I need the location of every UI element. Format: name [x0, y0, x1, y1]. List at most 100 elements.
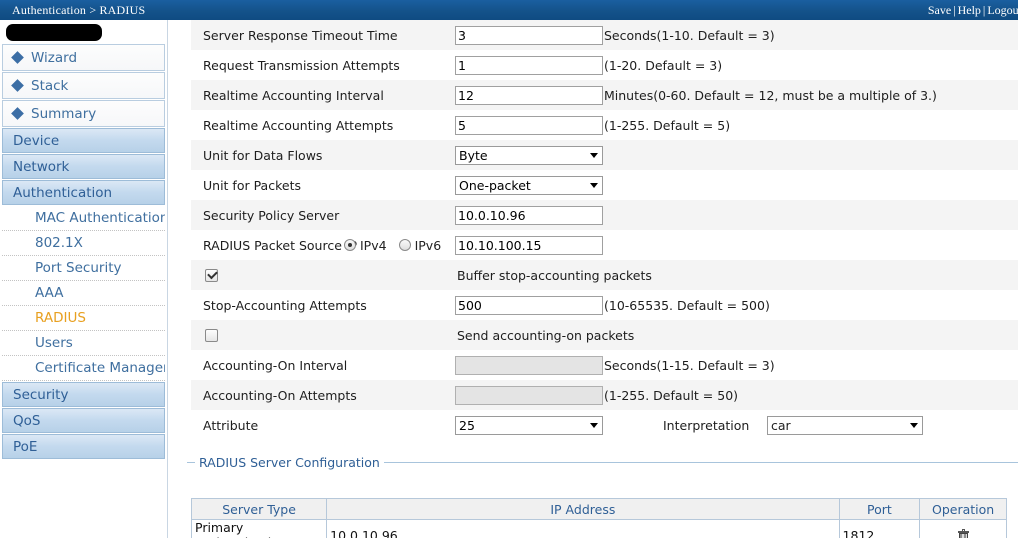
- send-accounting-on-checkbox[interactable]: [205, 329, 218, 342]
- form-row-attribute: Attribute 25 Interpretation car: [191, 410, 1018, 440]
- sidebar-item-aaa[interactable]: AAA: [2, 281, 165, 306]
- sidebar-category-label: Authentication: [13, 185, 112, 201]
- sidebar-item-label: Users: [35, 335, 73, 351]
- buffer-stop-accounting-checkbox[interactable]: [205, 269, 218, 282]
- row-label: Realtime Accounting Attempts: [203, 118, 393, 133]
- breadcrumb: Authentication > RADIUS: [12, 3, 145, 18]
- select-value: car: [771, 418, 791, 433]
- sidebar-item-users[interactable]: Users: [2, 331, 165, 356]
- ipv6-radio[interactable]: [399, 239, 411, 251]
- sidebar-category-label: Network: [13, 159, 69, 175]
- realtime-accounting-interval-input[interactable]: [455, 86, 603, 105]
- sidebar-item-8021x[interactable]: 802.1X: [2, 231, 165, 256]
- diamond-icon: [11, 79, 24, 92]
- sidebar-item-radius[interactable]: RADIUS: [2, 306, 165, 331]
- ipv4-radio-label: IPv4: [360, 238, 387, 253]
- diamond-icon: [11, 107, 24, 120]
- interpretation-label: Interpretation: [663, 418, 749, 433]
- redacted-device-name: [6, 24, 102, 41]
- form-row-realtime-accounting-interval: Realtime Accounting Interval Minutes(0-6…: [191, 80, 1018, 110]
- sidebar-category-label: Device: [13, 133, 59, 149]
- radius-settings-form: Server Response Timeout Time Seconds(1-1…: [191, 20, 1018, 440]
- save-link[interactable]: Save: [928, 3, 951, 17]
- sidebar-item-label: Wizard: [31, 50, 77, 66]
- column-header-ip-address: IP Address: [327, 499, 839, 520]
- unit-for-data-flows-select[interactable]: Byte: [455, 146, 603, 165]
- interpretation-select[interactable]: car: [767, 416, 923, 435]
- column-header-port: Port: [839, 499, 920, 520]
- server-response-timeout-input[interactable]: [455, 26, 603, 45]
- sidebar-item-label: Certificate Management: [35, 360, 165, 376]
- row-label: Realtime Accounting Interval: [203, 88, 384, 103]
- sidebar-category-label: Security: [13, 387, 68, 403]
- radius-server-table: Server Type IP Address Port Operation Pr…: [191, 498, 1007, 538]
- stop-accounting-attempts-input[interactable]: [455, 296, 603, 315]
- accounting-on-attempts-input: [455, 386, 603, 405]
- sidebar-category-poe[interactable]: PoE: [2, 434, 165, 459]
- attribute-select[interactable]: 25: [455, 416, 603, 435]
- row-label: RADIUS Packet Source IP: [203, 238, 357, 253]
- cell-ip-address: 10.0.10.96: [327, 520, 839, 538]
- trash-icon[interactable]: [958, 530, 969, 538]
- select-value: Byte: [459, 148, 488, 163]
- ipv4-radio[interactable]: [344, 239, 356, 251]
- form-row-buffer-stop-accounting: Buffer stop-accounting packets: [191, 260, 1018, 290]
- row-hint: Minutes(0-60. Default = 12, must be a mu…: [604, 88, 937, 103]
- request-transmission-attempts-input[interactable]: [455, 56, 603, 75]
- sidebar-category-security[interactable]: Security: [2, 382, 165, 407]
- sidebar-item-port-security[interactable]: Port Security: [2, 256, 165, 281]
- chevron-down-icon: [590, 183, 598, 188]
- form-row-server-response-timeout: Server Response Timeout Time Seconds(1-1…: [191, 20, 1018, 50]
- sidebar-item-wizard[interactable]: Wizard: [2, 44, 165, 71]
- radius-server-configuration-section: RADIUS Server Configuration Server Type …: [187, 462, 1018, 538]
- send-accounting-on-label: Send accounting-on packets: [457, 328, 634, 343]
- row-label: Unit for Packets: [203, 178, 301, 193]
- row-label: Attribute: [203, 418, 258, 433]
- row-label: Request Transmission Attempts: [203, 58, 400, 73]
- cell-server-type: Primary Authentication: [192, 520, 327, 538]
- chevron-down-icon: [590, 423, 598, 428]
- sidebar-category-authentication[interactable]: Authentication: [2, 180, 165, 205]
- realtime-accounting-attempts-input[interactable]: [455, 116, 603, 135]
- security-policy-server-input[interactable]: [455, 206, 603, 225]
- sidebar-item-label: 802.1X: [35, 235, 83, 251]
- row-label: Accounting-On Attempts: [203, 388, 357, 403]
- ip-version-radio-group: IPv4 IPv6: [344, 238, 453, 253]
- sidebar-item-label: Summary: [31, 106, 96, 122]
- sidebar-item-certificate-management[interactable]: Certificate Management: [2, 356, 165, 381]
- sidebar-item-mac-authentication[interactable]: MAC Authentication: [2, 206, 165, 231]
- select-value: 25: [459, 418, 475, 433]
- form-row-request-transmission-attempts: Request Transmission Attempts (1-20. Def…: [191, 50, 1018, 80]
- form-row-security-policy-server: Security Policy Server: [191, 200, 1018, 230]
- sidebar-category-network[interactable]: Network: [2, 154, 165, 179]
- cell-port: 1812: [839, 520, 920, 538]
- cell-operation: [920, 520, 1007, 538]
- sidebar-category-qos[interactable]: QoS: [2, 408, 165, 433]
- sidebar: Wizard Stack Summary Device Network Auth…: [0, 20, 168, 538]
- row-label: Accounting-On Interval: [203, 358, 347, 373]
- accounting-on-interval-input: [455, 356, 603, 375]
- form-row-accounting-on-attempts: Accounting-On Attempts (1-255. Default =…: [191, 380, 1018, 410]
- row-label: Server Response Timeout Time: [203, 28, 398, 43]
- row-label: Unit for Data Flows: [203, 148, 322, 163]
- ipv6-radio-label: IPv6: [415, 238, 442, 253]
- main-panel: Server Response Timeout Time Seconds(1-1…: [169, 20, 1018, 538]
- sidebar-item-label: AAA: [35, 285, 63, 301]
- column-header-server-type: Server Type: [192, 499, 327, 520]
- unit-for-packets-select[interactable]: One-packet: [455, 176, 603, 195]
- sidebar-category-label: PoE: [13, 439, 37, 455]
- row-hint: (1-255. Default = 5): [604, 118, 730, 133]
- sidebar-item-summary[interactable]: Summary: [2, 100, 165, 127]
- chevron-down-icon: [910, 423, 918, 428]
- table-header-row: Server Type IP Address Port Operation: [192, 499, 1007, 520]
- radius-packet-source-ip-input[interactable]: [455, 236, 603, 255]
- row-hint: (1-20. Default = 3): [604, 58, 722, 73]
- logout-link[interactable]: Logout: [987, 3, 1018, 17]
- form-row-send-accounting-on: Send accounting-on packets: [191, 320, 1018, 350]
- sidebar-item-stack[interactable]: Stack: [2, 72, 165, 99]
- sidebar-category-device[interactable]: Device: [2, 128, 165, 153]
- column-header-operation: Operation: [920, 499, 1007, 520]
- top-bar: Authentication > RADIUS Save|Help|Logout: [0, 0, 1018, 20]
- help-link[interactable]: Help: [958, 3, 981, 17]
- row-hint: (10-65535. Default = 500): [604, 298, 770, 313]
